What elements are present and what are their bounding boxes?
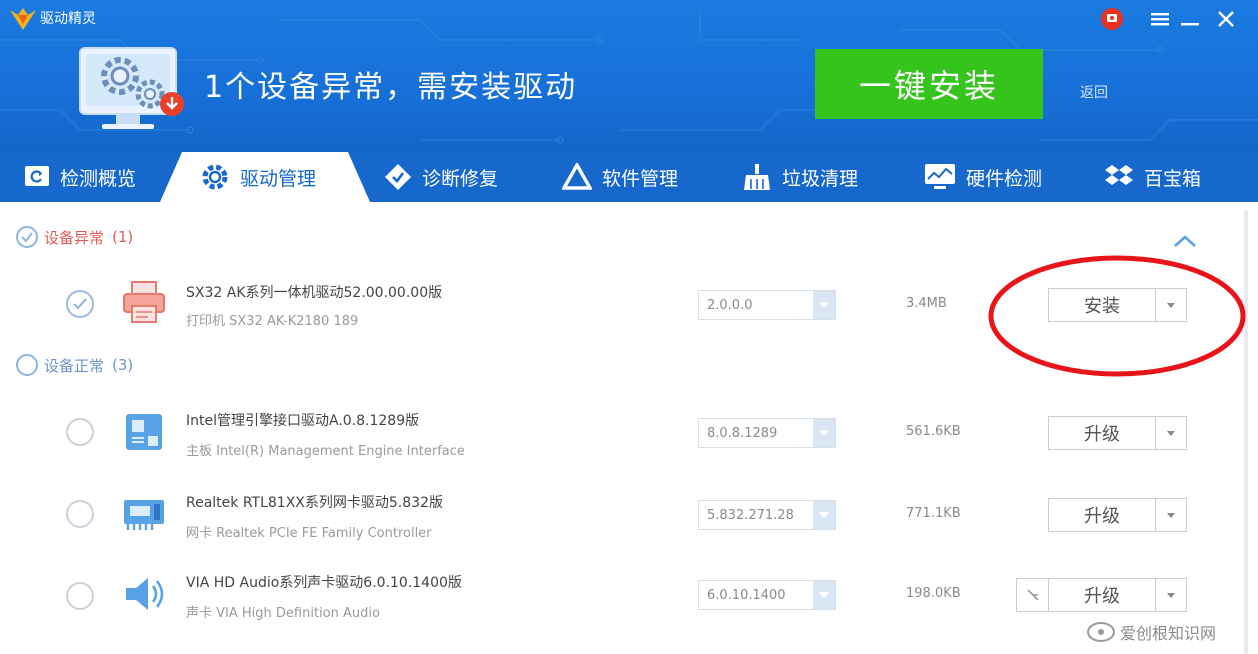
version-value: 6.0.10.1400 [707,587,786,603]
device-row: Realtek RTL81XX系列网卡驱动5.832版 网卡 Realtek P… [0,476,1240,556]
group-abnormal-label: 设备异常 [44,228,105,247]
action-dropdown-button[interactable] [1155,416,1187,450]
version-select[interactable]: 2.0.0.0 [698,290,836,320]
version-select[interactable]: 5.832.271.28 [698,500,836,530]
driver-size: 561.6KB [906,424,961,439]
dropbox-icon [1104,163,1134,191]
computer-gear-illustration [79,47,184,129]
tab-junk-cleanup[interactable]: 垃圾清理 [742,152,858,202]
red-highlight-ellipse [988,255,1246,377]
chevron-down-icon[interactable] [813,419,835,447]
watermark-logo-icon [1087,622,1115,642]
group-normal-label: 设备正常 [44,356,105,375]
device-row: VIA HD Audio系列声卡驱动6.0.10.1400版 声卡 VIA Hi… [0,556,1240,636]
driver-manager-window: 驱动精灵 1个设备异常，需安装驱动 一键安装 返回 检测概览 驱动管理 诊断修复… [0,0,1258,654]
tab-toolbox[interactable]: 百宝箱 [1104,152,1201,202]
monitor-refresh-icon [24,164,50,190]
device-subtitle: 主板 Intel(R) Management Engine Interface [186,444,465,459]
device-subtitle: 打印机 SX32 AK-K2180 189 [186,314,359,329]
device-name: SX32 AK系列一体机驱动52.00.00.00版 [186,285,443,301]
tab-label: 检测概览 [60,167,137,190]
network-card-icon [124,500,164,530]
tab-label: 垃圾清理 [782,167,859,190]
group-check-icon[interactable] [16,226,38,248]
row-checkbox[interactable] [66,582,94,610]
status-headline: 1个设备异常，需安装驱动 [204,70,578,105]
user-avatar-icon[interactable] [1098,6,1126,32]
app-logo-icon [10,8,36,30]
driver-size: 3.4MB [906,296,947,311]
restore-icon[interactable] [1016,578,1048,612]
action-dropdown-button[interactable] [1155,578,1187,612]
device-name: Intel管理引擎接口驱动A.0.8.1289版 [186,413,420,429]
group-abnormal-count: (1) [112,228,134,246]
tab-overview[interactable]: 检测概览 [24,152,136,202]
tab-label: 软件管理 [602,167,679,190]
header-banner: 驱动精灵 1个设备异常，需安装驱动 一键安装 返回 [0,0,1258,152]
back-link[interactable]: 返回 [1080,82,1108,102]
device-subtitle: 网卡 Realtek PCIe FE Family Controller [186,526,432,541]
app-name: 驱动精灵 [40,11,96,27]
group-abnormal-header[interactable]: 设备异常 (1) [16,226,133,248]
group-select-circle[interactable] [16,354,38,376]
motherboard-icon [126,414,162,450]
action-dropdown-button[interactable] [1155,498,1187,532]
printer-icon [123,281,165,323]
tab-label: 硬件检测 [966,167,1043,190]
tab-hardware-detection[interactable]: 硬件检测 [924,152,1042,202]
chevron-down-icon[interactable] [813,581,835,609]
gear-icon [200,162,230,192]
tab-label: 驱动管理 [240,167,317,190]
version-value: 8.0.8.1289 [707,425,778,441]
driver-size: 771.1KB [906,506,961,521]
device-subtitle: 声卡 VIA High Definition Audio [186,606,380,621]
group-normal-count: (3) [112,356,134,374]
version-value: 2.0.0.0 [707,297,753,313]
minimize-icon[interactable] [1176,6,1204,32]
diamond-wrench-icon [384,163,412,191]
tab-diagnose-repair[interactable]: 诊断修复 [384,152,498,202]
close-icon[interactable] [1212,6,1240,32]
version-select[interactable]: 6.0.10.1400 [698,580,836,610]
tab-label: 诊断修复 [422,167,499,190]
row-checkbox[interactable] [66,418,94,446]
tab-label: 百宝箱 [1144,167,1202,190]
driver-size: 198.0KB [906,586,961,601]
device-name: Realtek RTL81XX系列网卡驱动5.832版 [186,495,443,511]
group-normal-header[interactable]: 设备正常 (3) [16,354,133,376]
site-watermark: 爱创根知识网 [1086,620,1216,644]
chevron-down-icon[interactable] [813,291,835,319]
one-click-install-button[interactable]: 一键安装 [815,49,1043,119]
device-row: Intel管理引擎接口驱动A.0.8.1289版 主板 Intel(R) Man… [0,394,1240,474]
upgrade-button[interactable]: 升级 [1048,416,1156,450]
menu-icon[interactable] [1146,6,1174,32]
watermark-text: 爱创根知识网 [1120,624,1217,643]
chevron-down-icon[interactable] [813,501,835,529]
row-checkbox[interactable] [66,290,94,318]
version-value: 5.832.271.28 [707,507,794,523]
upgrade-button[interactable]: 升级 [1048,578,1156,612]
chart-monitor-icon [924,163,956,191]
upgrade-button[interactable]: 升级 [1048,498,1156,532]
version-select[interactable]: 8.0.8.1289 [698,418,836,448]
speaker-icon [126,578,164,610]
row-checkbox[interactable] [66,500,94,528]
tab-software-management[interactable]: 软件管理 [562,152,678,202]
device-name: VIA HD Audio系列声卡驱动6.0.10.1400版 [186,575,462,591]
tab-driver-management[interactable]: 驱动管理 [200,152,316,202]
triangle-logo-icon [562,163,592,191]
broom-icon [742,163,772,191]
chevron-up-icon[interactable] [1172,232,1198,250]
